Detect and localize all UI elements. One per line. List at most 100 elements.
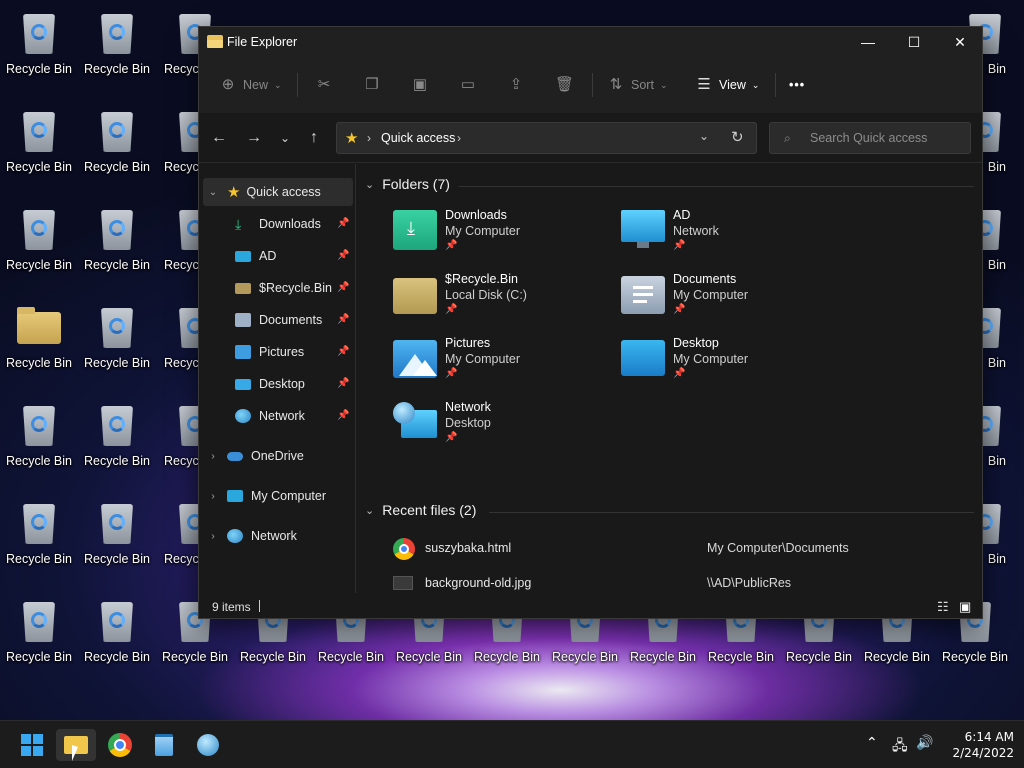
chevron-up-icon[interactable]: ⌃ <box>866 735 878 751</box>
delete-button[interactable]: 🗑 <box>555 73 574 97</box>
taskbar-notepad[interactable] <box>144 729 184 761</box>
recent-files-section-header[interactable]: ⌄ Recent files (2) <box>365 502 476 518</box>
sort-label: Sort <box>631 78 654 92</box>
new-button[interactable]: ⊕ New ⌄ <box>219 73 282 97</box>
folder-tile-recycle-bin[interactable]: $Recycle.Bin Local Disk (C:) 📌 <box>393 270 613 330</box>
chevron-right-icon[interactable]: › <box>207 451 219 462</box>
system-clock[interactable]: 6:14 AM 2/24/2022 <box>952 729 1014 761</box>
desktop-recycle-bin[interactable]: Recycle Bin <box>0 588 78 668</box>
nav-item-network-pinned[interactable]: Network 📌 <box>203 402 353 430</box>
desktop-recycle-bin[interactable]: Recycle Bin <box>78 98 156 178</box>
desktop-recycle-bin[interactable]: Recycle Bin <box>0 392 78 472</box>
cut-button[interactable]: ✂ <box>315 73 333 97</box>
refresh-icon[interactable]: ↻ <box>731 128 744 146</box>
folder-tile-pictures[interactable]: Pictures My Computer 📌 <box>393 334 613 394</box>
folder-location: My Computer <box>445 224 521 238</box>
desktop-recycle-bin[interactable]: Recycle Bin <box>78 392 156 472</box>
folder-tile-network[interactable]: Network Desktop 📌 <box>393 398 613 458</box>
back-button[interactable]: ← <box>207 127 231 149</box>
nav-onedrive[interactable]: › OneDrive <box>203 442 353 470</box>
desktop-recycle-bin[interactable]: Recycle Bin <box>0 196 78 276</box>
pin-icon[interactable]: 📌 <box>337 346 349 358</box>
desktop-icon-label: Recycle Bin <box>84 650 150 664</box>
clipboard-icon: ▣ <box>412 76 428 93</box>
view-button[interactable]: ☰ View ⌄ <box>695 73 759 97</box>
close-button[interactable]: ✕ <box>937 27 983 57</box>
chevron-right-icon[interactable]: › <box>207 491 219 502</box>
nav-quick-access[interactable]: ⌄ ★ Quick access <box>203 178 353 206</box>
paste-button[interactable]: ▣ <box>411 73 429 97</box>
copy-button[interactable]: ❐ <box>363 73 381 97</box>
desktop-recycle-bin[interactable]: Recycle Bin <box>0 490 78 570</box>
pin-icon[interactable]: 📌 <box>337 282 349 294</box>
taskbar-file-explorer[interactable] <box>56 729 96 761</box>
nav-item-documents[interactable]: Documents 📌 <box>203 306 353 334</box>
recycle-bin-icon <box>95 204 139 252</box>
pin-icon: 📌 <box>673 240 686 251</box>
address-bar[interactable]: ★ › Quick access › ⌄ ↻ <box>336 122 757 154</box>
network-status-icon[interactable]: 🖧 <box>892 735 908 759</box>
folders-section-header[interactable]: ⌄ Folders (7) <box>365 176 450 192</box>
pin-icon[interactable]: 📌 <box>337 378 349 390</box>
nav-network[interactable]: › Network <box>203 522 353 550</box>
share-button[interactable]: ⇪ <box>507 73 525 97</box>
folder-tile-downloads[interactable]: ⤓ Downloads My Computer 📌 <box>393 206 613 266</box>
desktop-recycle-bin[interactable]: Recycle Bin <box>0 98 78 178</box>
view-list-icon: ☰ <box>697 76 711 93</box>
title-bar[interactable]: File Explorer — ☐ ✕ <box>199 27 982 57</box>
folder-icon <box>17 302 61 350</box>
forward-button[interactable]: → <box>242 127 266 149</box>
recent-file-row[interactable]: suszybaka.html My Computer\Documents <box>389 536 959 562</box>
desktop-recycle-bin[interactable]: Recycle Bin <box>0 0 78 80</box>
up-button[interactable]: ↑ <box>302 127 326 149</box>
desktop-recycle-bin[interactable]: Recycle Bin <box>78 588 156 668</box>
pin-icon: 📌 <box>445 432 458 443</box>
nav-item-ad[interactable]: AD 📌 <box>203 242 353 270</box>
breadcrumb-quick-access[interactable]: Quick access <box>381 131 455 145</box>
volume-icon[interactable]: 🔊 <box>916 735 933 751</box>
start-button[interactable] <box>12 729 52 761</box>
desktop-recycle-bin[interactable]: Recycle Bin <box>78 196 156 276</box>
tiles-view-icon[interactable]: ▣ <box>959 599 971 615</box>
desktop-icon <box>235 378 251 390</box>
desktop-folder-icon <box>621 340 665 376</box>
recent-header-label: Recent files (2) <box>382 502 477 518</box>
nav-item-downloads[interactable]: ⤓ Downloads 📌 <box>203 210 353 238</box>
folder-tile-documents[interactable]: Documents My Computer 📌 <box>621 270 841 330</box>
address-history-dropdown[interactable]: ⌄ <box>699 129 709 143</box>
recent-file-row[interactable]: background-old.jpg \\AD\PublicRes <box>389 571 959 597</box>
pin-icon[interactable]: 📌 <box>337 314 349 326</box>
desktop-icon-label: Recycle Bin <box>6 356 72 370</box>
desktop-icon-label: Recycle Bin <box>318 650 384 664</box>
nav-item-desktop[interactable]: Desktop 📌 <box>203 370 353 398</box>
chevron-right-icon[interactable]: › <box>207 531 219 542</box>
more-options-button[interactable]: ••• <box>789 73 805 97</box>
rename-button[interactable]: ▭ <box>459 73 477 97</box>
file-explorer-window: File Explorer — ☐ ✕ ⊕ New ⌄ ✂ ❐ ▣ ▭ ⇪ 🗑 … <box>198 26 983 619</box>
nav-my-computer[interactable]: › My Computer <box>203 482 353 510</box>
sort-button[interactable]: ⇅ Sort ⌄ <box>607 73 668 97</box>
details-view-icon[interactable]: ☷ <box>937 599 949 615</box>
desktop-folder[interactable]: Recycle Bin <box>0 294 78 374</box>
nav-item-label: $Recycle.Bin <box>259 281 332 295</box>
desktop-recycle-bin[interactable]: Recycle Bin <box>78 0 156 80</box>
desktop-icon-label: Recycle Bin <box>630 650 696 664</box>
recycle-bin-icon <box>17 8 61 56</box>
pin-icon[interactable]: 📌 <box>337 250 349 262</box>
desktop-recycle-bin[interactable]: Recycle Bin <box>78 490 156 570</box>
desktop-recycle-bin[interactable]: Recycle Bin <box>78 294 156 374</box>
search-input[interactable]: ⌕ Search Quick access <box>769 122 971 154</box>
taskbar-chrome[interactable] <box>100 729 140 761</box>
minimize-button[interactable]: — <box>845 27 891 57</box>
nav-item-pictures[interactable]: Pictures 📌 <box>203 338 353 366</box>
recent-locations-button[interactable]: ⌄ <box>273 127 297 149</box>
pin-icon[interactable]: 📌 <box>337 410 349 422</box>
folder-tile-desktop[interactable]: Desktop My Computer 📌 <box>621 334 841 394</box>
taskbar-network-app[interactable] <box>188 729 228 761</box>
maximize-button[interactable]: ☐ <box>891 27 937 57</box>
chevron-down-icon[interactable]: ⌄ <box>207 187 219 198</box>
nav-item-recycle-bin-folder[interactable]: $Recycle.Bin 📌 <box>203 274 353 302</box>
folder-tile-ad[interactable]: AD Network 📌 <box>621 206 841 266</box>
pin-icon[interactable]: 📌 <box>337 218 349 230</box>
desktop-icon-label: Recycle Bin <box>6 650 72 664</box>
